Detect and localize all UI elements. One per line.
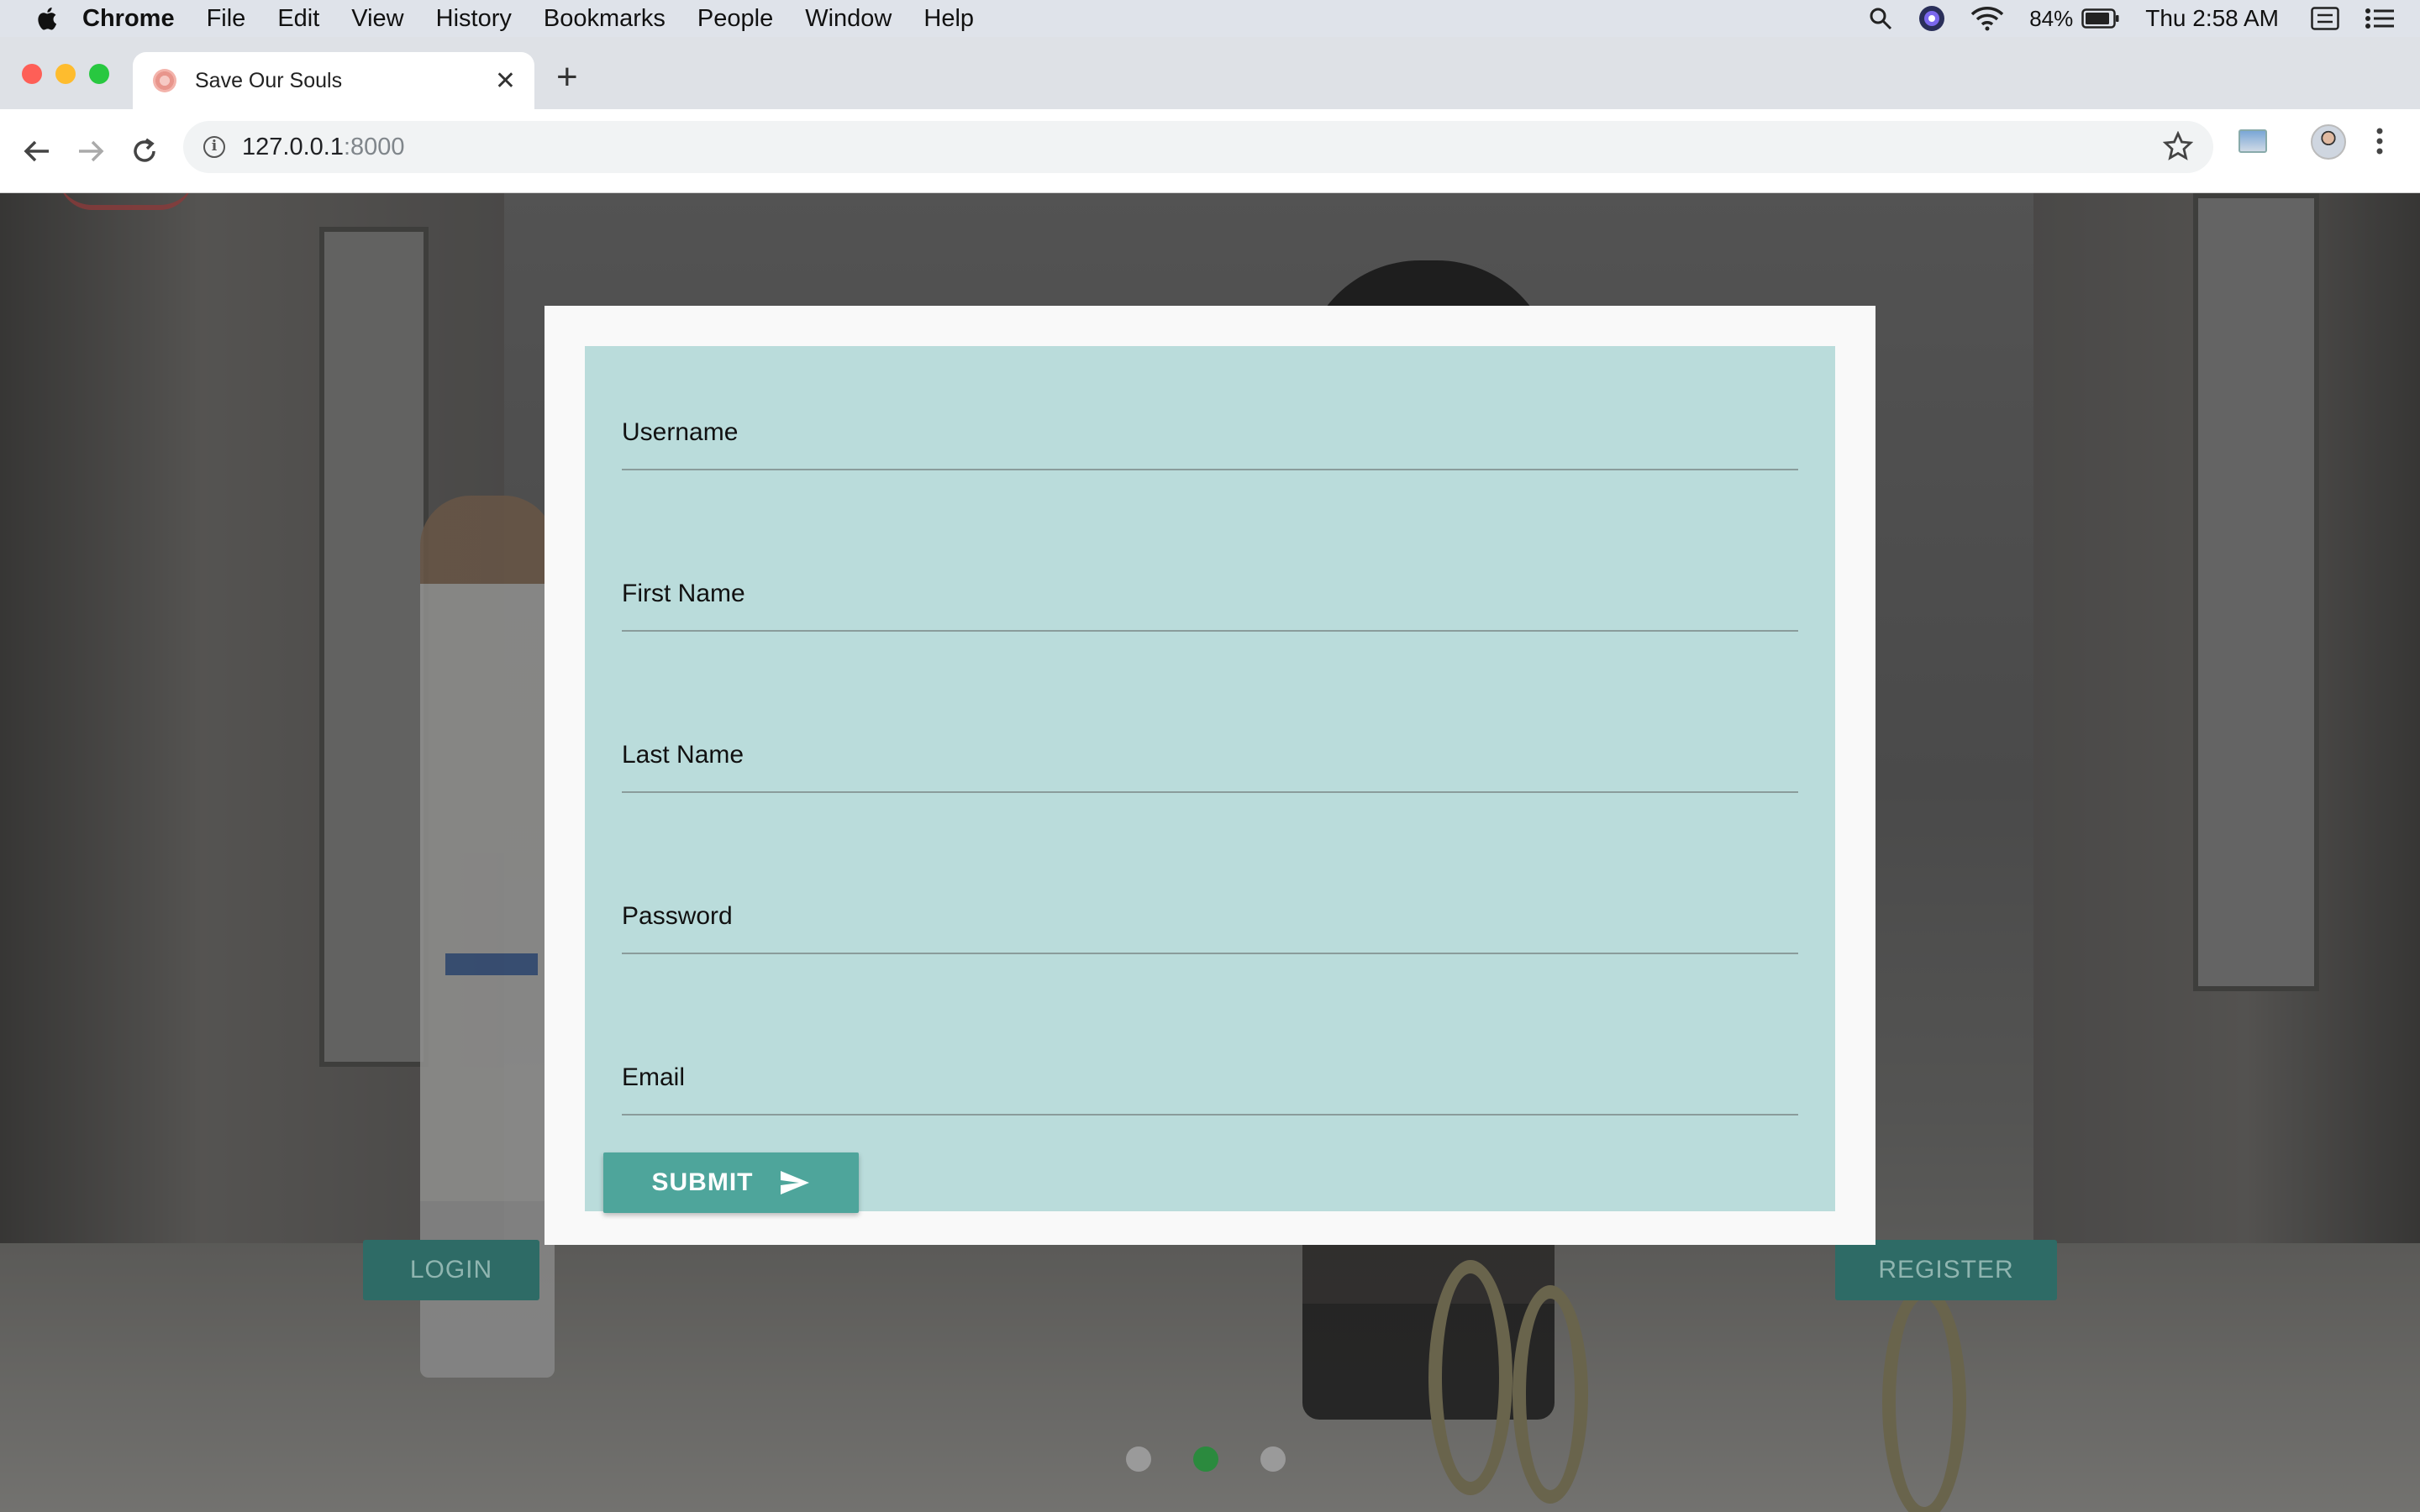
menu-window[interactable]: Window bbox=[805, 5, 892, 33]
first-name-label: First Name bbox=[622, 580, 745, 607]
browser-toolbar: i 127.0.0.1 :8000 bbox=[0, 109, 2420, 193]
submit-button[interactable]: SUBMIT bbox=[603, 1152, 859, 1213]
notification-list-icon[interactable] bbox=[2365, 7, 2395, 30]
siri-icon[interactable] bbox=[1918, 5, 1945, 32]
url-host: 127.0.0.1 bbox=[242, 133, 344, 160]
password-label: Password bbox=[622, 902, 733, 930]
carousel-dot-2-active[interactable] bbox=[1193, 1446, 1218, 1472]
search-icon[interactable] bbox=[1868, 6, 1893, 31]
username-underline bbox=[622, 469, 1798, 470]
first-name-underline bbox=[622, 630, 1798, 632]
menu-people[interactable]: People bbox=[697, 5, 773, 33]
password-field[interactable]: Password bbox=[622, 860, 1798, 961]
menu-app-name[interactable]: Chrome bbox=[82, 5, 175, 33]
email-underline bbox=[622, 1114, 1798, 1116]
site-info-icon[interactable]: i bbox=[203, 136, 225, 158]
macos-menubar: Chrome File Edit View History Bookmarks … bbox=[0, 0, 2420, 37]
browser-tabstrip: Save Our Souls ✕ + bbox=[0, 37, 2420, 109]
apple-logo-icon[interactable] bbox=[35, 5, 57, 32]
tab-close-icon[interactable]: ✕ bbox=[495, 66, 516, 96]
wifi-icon[interactable] bbox=[1970, 6, 2004, 31]
control-center-icon[interactable] bbox=[2311, 7, 2339, 30]
first-name-field[interactable]: First Name bbox=[622, 538, 1798, 638]
menu-help[interactable]: Help bbox=[923, 5, 974, 33]
send-icon bbox=[780, 1171, 809, 1194]
menu-view[interactable]: View bbox=[351, 5, 403, 33]
url-port: :8000 bbox=[343, 133, 405, 160]
browser-tab-active[interactable]: Save Our Souls ✕ bbox=[133, 52, 534, 109]
carousel-dot-1[interactable] bbox=[1126, 1446, 1151, 1472]
tab-title: Save Our Souls bbox=[195, 68, 343, 92]
address-bar[interactable]: i 127.0.0.1 :8000 bbox=[183, 121, 2213, 173]
window-close-button[interactable] bbox=[22, 64, 42, 84]
extension-icon[interactable] bbox=[2238, 129, 2267, 153]
carousel-dot-3[interactable] bbox=[1260, 1446, 1286, 1472]
window-minimize-button[interactable] bbox=[55, 64, 76, 84]
username-field[interactable]: Username bbox=[622, 376, 1798, 477]
register-button[interactable]: REGISTER bbox=[1835, 1240, 2057, 1300]
reload-icon[interactable] bbox=[128, 134, 161, 168]
back-arrow-icon[interactable] bbox=[20, 134, 54, 168]
forward-arrow-icon[interactable] bbox=[74, 134, 108, 168]
submit-label: SUBMIT bbox=[651, 1168, 754, 1196]
last-name-label: Last Name bbox=[622, 741, 744, 769]
battery-icon[interactable] bbox=[2081, 8, 2120, 29]
login-button[interactable]: LOGIN bbox=[363, 1240, 539, 1300]
new-tab-button[interactable]: + bbox=[556, 59, 578, 96]
menu-file[interactable]: File bbox=[207, 5, 246, 33]
more-menu-icon[interactable] bbox=[2375, 124, 2385, 158]
password-underline bbox=[622, 953, 1798, 954]
last-name-underline bbox=[622, 791, 1798, 793]
bookmark-star-icon[interactable] bbox=[2163, 131, 2193, 161]
registration-form: Username First Name Last Name Password E… bbox=[585, 346, 1835, 1213]
email-label: Email bbox=[622, 1063, 686, 1091]
menu-history[interactable]: History bbox=[436, 5, 512, 33]
window-zoom-button[interactable] bbox=[89, 64, 109, 84]
menubar-clock[interactable]: Thu 2:58 AM bbox=[2145, 5, 2279, 32]
username-label: Username bbox=[622, 418, 739, 446]
menu-bookmarks[interactable]: Bookmarks bbox=[544, 5, 666, 33]
carousel-indicators bbox=[1126, 1446, 1328, 1472]
battery-percent[interactable]: 84% bbox=[2029, 6, 2073, 32]
email-field[interactable]: Email bbox=[622, 1021, 1798, 1122]
menu-edit[interactable]: Edit bbox=[277, 5, 319, 33]
site-favicon-icon bbox=[153, 69, 176, 92]
profile-avatar[interactable] bbox=[2311, 124, 2346, 160]
last-name-field[interactable]: Last Name bbox=[622, 699, 1798, 800]
registration-modal: Username First Name Last Name Password E… bbox=[544, 306, 1876, 1245]
